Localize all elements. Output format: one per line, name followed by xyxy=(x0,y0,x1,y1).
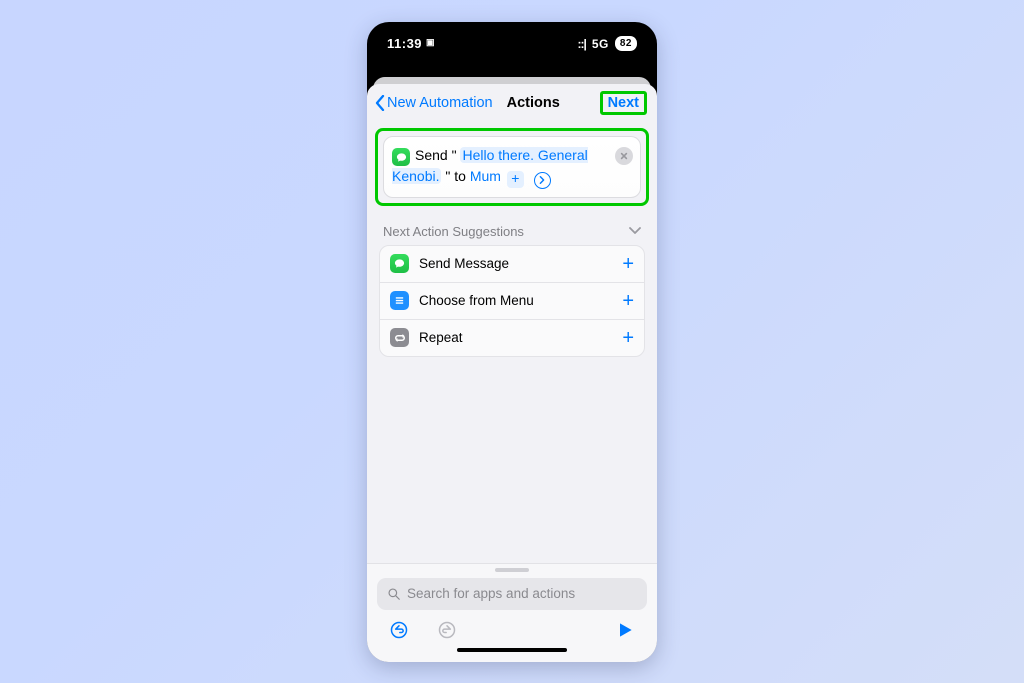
suggestion-label: Repeat xyxy=(419,330,463,345)
bottom-panel: Search for apps and actions xyxy=(367,563,657,662)
drag-handle[interactable] xyxy=(495,568,529,572)
play-icon xyxy=(615,620,635,640)
undo-icon xyxy=(389,620,409,640)
actions-sheet: New Automation Actions Next Send " Hello… xyxy=(367,84,657,662)
delete-action-button[interactable] xyxy=(615,147,633,165)
suggestion-label: Send Message xyxy=(419,256,509,271)
status-bar: 11:39 ▣ ::| 5G 82 xyxy=(367,22,657,66)
network-label: 5G xyxy=(592,37,609,51)
chevron-down-icon xyxy=(629,227,641,235)
redo-button xyxy=(437,620,457,640)
close-icon xyxy=(620,152,628,160)
suggestion-label: Choose from Menu xyxy=(419,293,534,308)
suggestion-repeat[interactable]: Repeat + xyxy=(380,320,644,356)
suggestions-header[interactable]: Next Action Suggestions xyxy=(367,206,657,245)
add-suggestion-button[interactable]: + xyxy=(622,254,634,274)
chevron-left-icon xyxy=(375,95,385,111)
action-prefix: Send " xyxy=(415,147,457,163)
chevron-right-icon xyxy=(538,176,546,184)
run-button[interactable] xyxy=(615,620,635,640)
menu-icon xyxy=(390,291,409,310)
signal-icon: ::| xyxy=(578,37,586,51)
search-placeholder: Search for apps and actions xyxy=(407,586,575,601)
action-highlight-box: Send " Hello there. General Kenobi. " to… xyxy=(375,128,649,206)
battery-indicator: 82 xyxy=(615,36,637,51)
recipient-token[interactable]: Mum xyxy=(470,168,501,184)
undo-button[interactable] xyxy=(389,620,409,640)
location-indicator-icon: ▣ xyxy=(426,37,435,48)
add-recipient-button[interactable]: + xyxy=(507,171,524,188)
editor-toolbar xyxy=(377,610,647,642)
back-button[interactable]: New Automation xyxy=(375,95,493,111)
repeat-icon xyxy=(390,328,409,347)
suggestions-list: Send Message + Choose from Menu + Repeat… xyxy=(379,245,645,357)
home-indicator[interactable] xyxy=(457,648,567,652)
page-title: Actions xyxy=(507,95,560,111)
reveal-options-button[interactable] xyxy=(534,172,551,189)
status-time: 11:39 xyxy=(387,36,422,51)
phone-frame: 11:39 ▣ ::| 5G 82 New Automation Actions… xyxy=(367,22,657,662)
suggestion-send-message[interactable]: Send Message + xyxy=(380,246,644,283)
search-icon xyxy=(387,587,401,601)
messages-app-icon xyxy=(392,148,410,166)
search-field[interactable]: Search for apps and actions xyxy=(377,578,647,610)
suggestions-title: Next Action Suggestions xyxy=(383,224,524,239)
add-suggestion-button[interactable]: + xyxy=(622,291,634,311)
suggestion-choose-from-menu[interactable]: Choose from Menu + xyxy=(380,283,644,320)
next-button[interactable]: Next xyxy=(600,91,647,115)
nav-bar: New Automation Actions Next xyxy=(367,84,657,122)
back-label: New Automation xyxy=(387,95,493,111)
add-suggestion-button[interactable]: + xyxy=(622,328,634,348)
redo-icon xyxy=(437,620,457,640)
action-mid: " to xyxy=(445,168,466,184)
messages-app-icon xyxy=(390,254,409,273)
send-message-action-card[interactable]: Send " Hello there. General Kenobi. " to… xyxy=(383,136,641,198)
